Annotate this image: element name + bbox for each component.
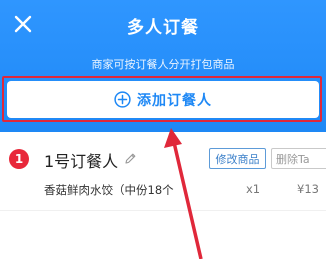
item-price: ¥13 [297, 182, 319, 196]
modify-items-button[interactable]: 修改商品 [209, 148, 266, 169]
item-name: 香菇鲜肉水饺（中份18个） [44, 183, 174, 197]
page-title: 多人订餐 [127, 18, 199, 38]
orderer-index-badge: 1 [9, 149, 29, 169]
pencil-icon[interactable] [124, 152, 137, 165]
item-quantity: x1 [246, 182, 261, 196]
orderer-name: 1号订餐人 [44, 152, 119, 171]
delete-orderer-button[interactable]: 删除Ta [271, 148, 326, 169]
header-bar: 多人订餐 商家可按订餐人分开打包商品 添加订餐人 [0, 0, 326, 132]
divider [0, 210, 326, 211]
page-subtitle: 商家可按订餐人分开打包商品 [91, 58, 235, 71]
highlight-annotation-box [2, 76, 322, 122]
